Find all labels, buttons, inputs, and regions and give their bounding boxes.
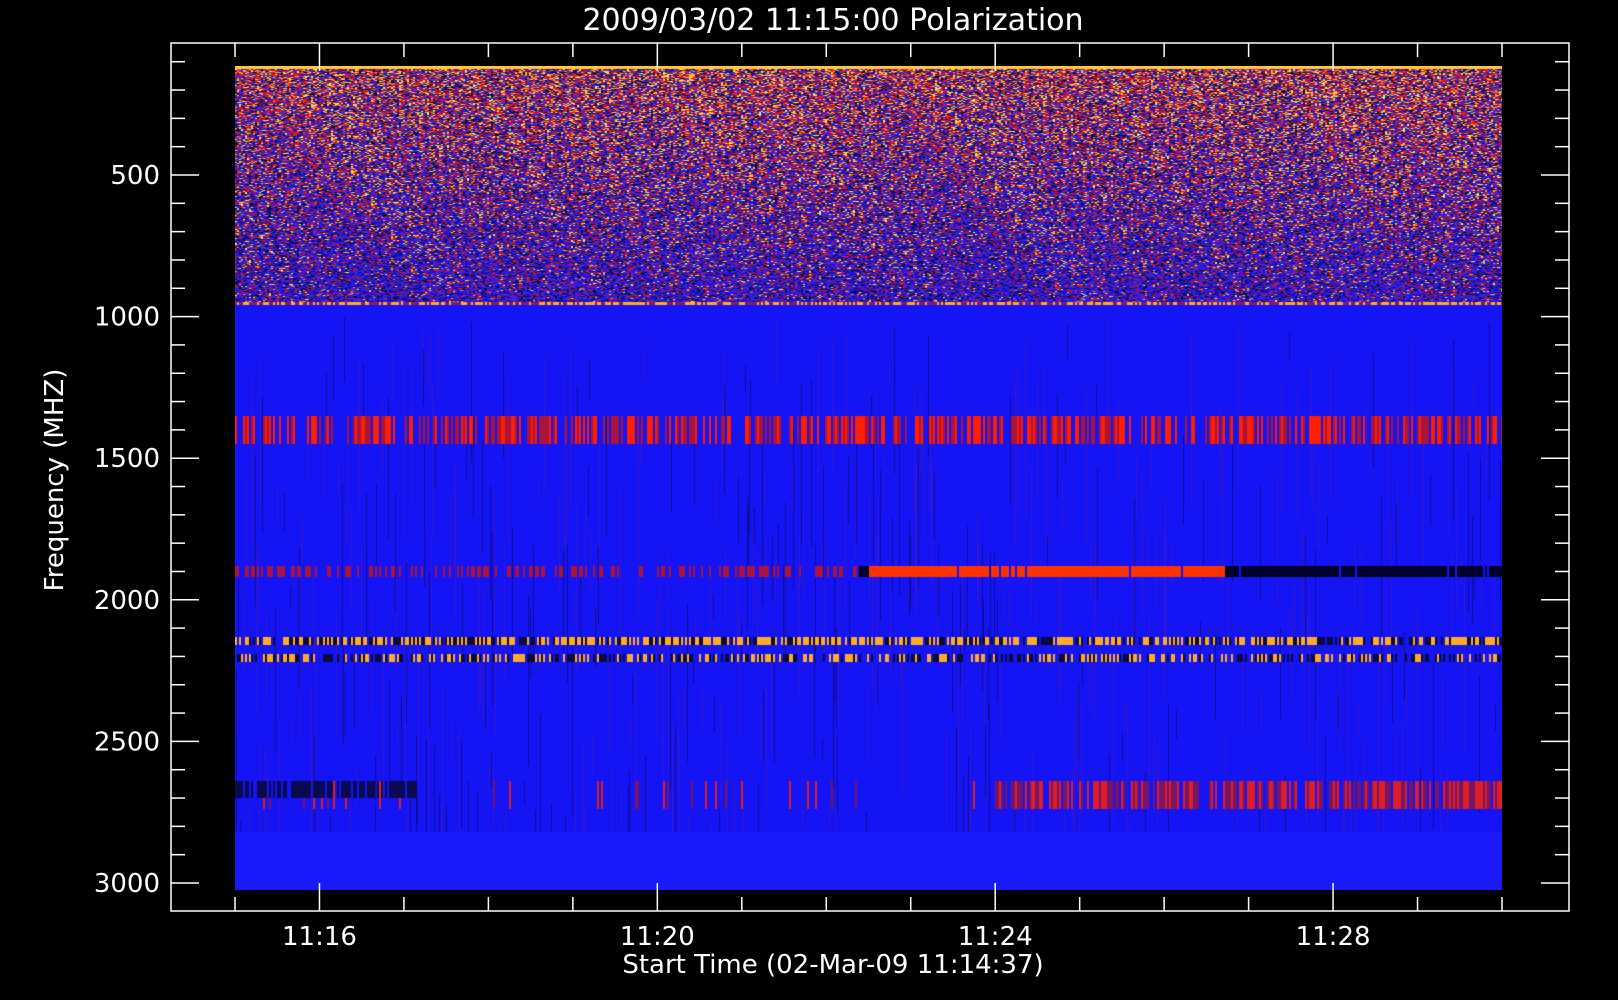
chart-title: 2009/03/02 11:15:00 Polarization: [582, 3, 1083, 38]
x-tick-label: 11:24: [958, 922, 1033, 952]
x-tick-label: 11:20: [620, 922, 695, 952]
heatmap-raster: [235, 66, 1502, 890]
y-tick-label: 3000: [94, 869, 160, 899]
x-tick-label: 11:16: [282, 922, 357, 952]
x-axis-title: Start Time (02-Mar-09 11:14:37): [622, 950, 1043, 980]
y-tick-label: 500: [110, 161, 160, 191]
chart: 2009/03/02 11:15:00 Polarization 500 1000…: [40, 3, 1570, 980]
plot-area: [235, 66, 1502, 890]
y-tick-label: 1000: [94, 303, 160, 333]
y-tick-label: 2500: [94, 727, 160, 757]
y-tick-label: 1500: [94, 444, 160, 474]
x-tick-label: 11:28: [1296, 922, 1371, 952]
y-tick-label: 2000: [94, 586, 160, 616]
y-axis-title: Frequency (MHZ): [40, 369, 70, 592]
